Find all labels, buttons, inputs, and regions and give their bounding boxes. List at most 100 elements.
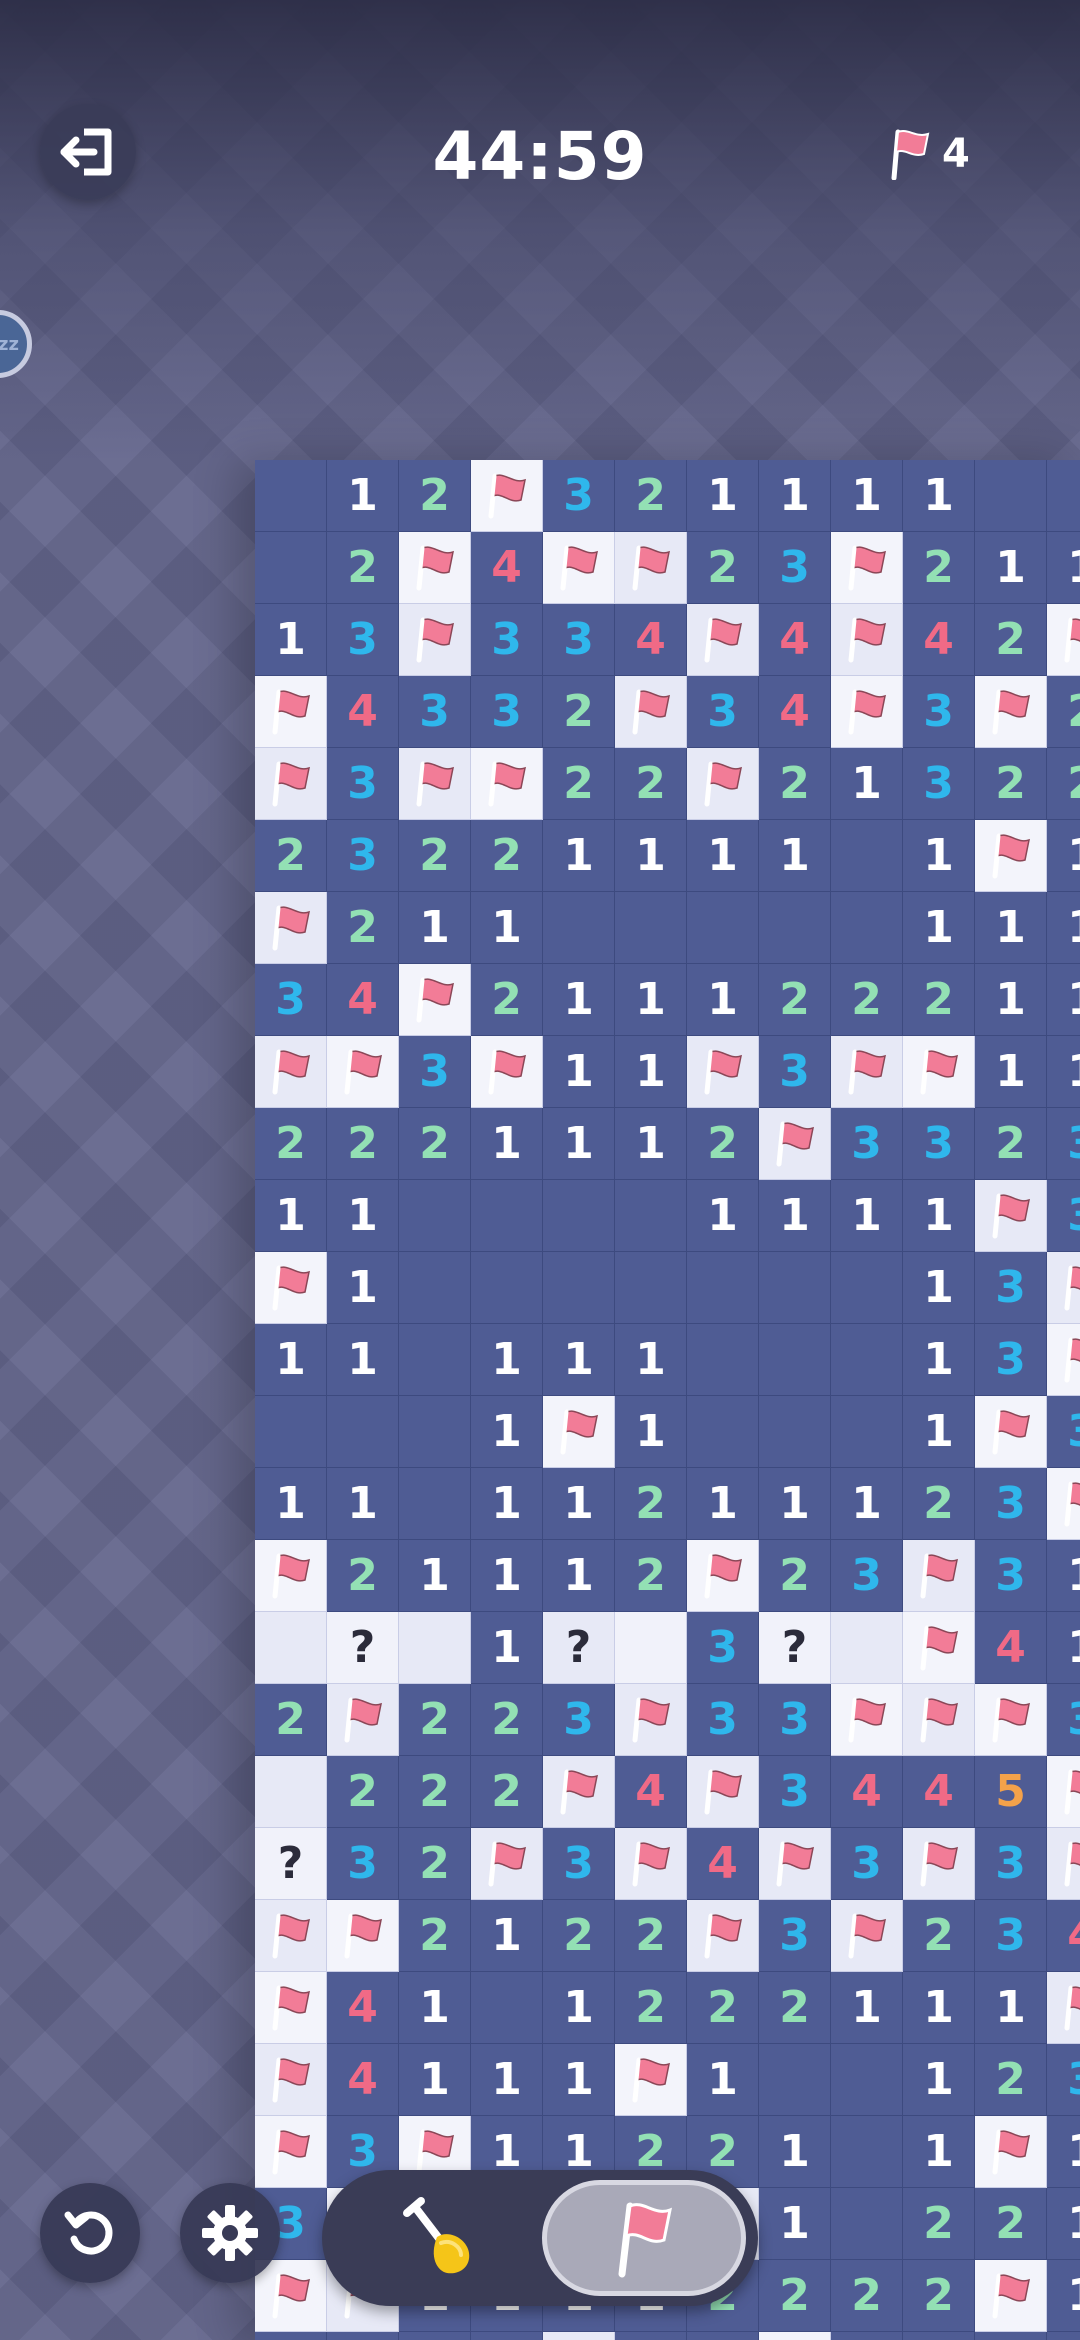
- flagged-cell[interactable]: [1047, 1468, 1080, 1540]
- number-cell[interactable]: 1: [471, 1108, 543, 1180]
- flagged-cell[interactable]: [687, 1900, 759, 1972]
- flagged-cell[interactable]: [255, 2116, 327, 2188]
- number-cell[interactable]: 1: [471, 1468, 543, 1540]
- number-cell[interactable]: 3: [975, 1828, 1047, 1900]
- flagged-cell[interactable]: [975, 676, 1047, 748]
- number-cell[interactable]: 2: [327, 1756, 399, 1828]
- number-cell[interactable]: 1: [903, 2116, 975, 2188]
- board-cell[interactable]: [615, 1180, 687, 1252]
- number-cell[interactable]: 1: [255, 1180, 327, 1252]
- number-cell[interactable]: 3: [543, 460, 615, 532]
- number-cell[interactable]: 1: [1047, 2188, 1080, 2260]
- number-cell[interactable]: 2: [327, 892, 399, 964]
- number-cell[interactable]: 3: [327, 604, 399, 676]
- board-cell[interactable]: [1047, 2332, 1080, 2340]
- settings-button[interactable]: [180, 2183, 280, 2283]
- number-cell[interactable]: 1: [327, 1324, 399, 1396]
- flagged-cell[interactable]: [615, 1828, 687, 1900]
- restart-button[interactable]: [40, 2183, 140, 2283]
- board-cell[interactable]: [831, 2332, 903, 2340]
- flagged-cell[interactable]: [327, 1684, 399, 1756]
- number-cell[interactable]: 1: [615, 1324, 687, 1396]
- number-cell[interactable]: 2: [399, 1900, 471, 1972]
- number-cell[interactable]: 2: [831, 2260, 903, 2332]
- number-cell[interactable]: 2: [903, 1468, 975, 1540]
- number-cell[interactable]: 4: [903, 604, 975, 676]
- number-cell[interactable]: 2: [399, 460, 471, 532]
- number-cell[interactable]: 2: [1047, 676, 1080, 748]
- number-cell[interactable]: 5: [975, 1756, 1047, 1828]
- board-cell[interactable]: [831, 2188, 903, 2260]
- number-cell[interactable]: 1: [255, 1324, 327, 1396]
- board-cell[interactable]: [255, 1396, 327, 1468]
- number-cell[interactable]: 2: [975, 1108, 1047, 1180]
- board-cell[interactable]: [327, 2332, 399, 2340]
- board-cell[interactable]: [975, 2332, 1047, 2340]
- number-cell[interactable]: 1: [471, 1612, 543, 1684]
- board-cell[interactable]: [543, 1252, 615, 1324]
- question-cell[interactable]: ?: [759, 1612, 831, 1684]
- flagged-cell[interactable]: [831, 676, 903, 748]
- flagged-cell[interactable]: [975, 2260, 1047, 2332]
- flagged-cell[interactable]: [255, 748, 327, 820]
- number-cell[interactable]: 1: [903, 1180, 975, 1252]
- number-cell[interactable]: 2: [975, 2044, 1047, 2116]
- number-cell[interactable]: 4: [327, 964, 399, 1036]
- number-cell[interactable]: 4: [327, 2044, 399, 2116]
- number-cell[interactable]: 1: [255, 1468, 327, 1540]
- number-cell[interactable]: 2: [615, 1468, 687, 1540]
- flagged-cell[interactable]: [759, 2332, 831, 2340]
- flagged-cell[interactable]: [903, 1612, 975, 1684]
- number-cell[interactable]: 4: [1047, 1900, 1080, 1972]
- board-cell[interactable]: [399, 1252, 471, 1324]
- number-cell[interactable]: 2: [399, 1684, 471, 1756]
- number-cell[interactable]: 2: [471, 820, 543, 892]
- number-cell[interactable]: 1: [543, 964, 615, 1036]
- number-cell[interactable]: 1: [399, 1540, 471, 1612]
- flag-mode-button[interactable]: [542, 2180, 746, 2296]
- number-cell[interactable]: 1: [471, 1540, 543, 1612]
- empty-cell[interactable]: [399, 1612, 471, 1684]
- number-cell[interactable]: 1: [903, 2044, 975, 2116]
- number-cell[interactable]: 3: [831, 1108, 903, 1180]
- flagged-cell[interactable]: [687, 1756, 759, 1828]
- number-cell[interactable]: 3: [975, 1468, 1047, 1540]
- board-cell[interactable]: [399, 2332, 471, 2340]
- number-cell[interactable]: 3: [831, 1540, 903, 1612]
- number-cell[interactable]: 1: [759, 460, 831, 532]
- number-cell[interactable]: 1: [903, 1972, 975, 2044]
- number-cell[interactable]: 1: [543, 1972, 615, 2044]
- number-cell[interactable]: 2: [471, 1684, 543, 1756]
- number-cell[interactable]: 1: [471, 892, 543, 964]
- flagged-cell[interactable]: [399, 748, 471, 820]
- number-cell[interactable]: 1: [903, 1396, 975, 1468]
- flagged-cell[interactable]: [975, 1180, 1047, 1252]
- flagged-cell[interactable]: [255, 1252, 327, 1324]
- number-cell[interactable]: 1: [687, 460, 759, 532]
- number-cell[interactable]: 1: [615, 1108, 687, 1180]
- flagged-cell[interactable]: [1047, 604, 1080, 676]
- board-cell[interactable]: [759, 1396, 831, 1468]
- flagged-cell[interactable]: [975, 820, 1047, 892]
- dig-mode-button[interactable]: [362, 2184, 522, 2292]
- number-cell[interactable]: 2: [615, 748, 687, 820]
- number-cell[interactable]: 1: [1047, 964, 1080, 1036]
- number-cell[interactable]: 4: [687, 1828, 759, 1900]
- flagged-cell[interactable]: [975, 1396, 1047, 1468]
- number-cell[interactable]: 1: [543, 820, 615, 892]
- board-cell[interactable]: [399, 1324, 471, 1396]
- number-cell[interactable]: 1: [687, 820, 759, 892]
- number-cell[interactable]: 3: [903, 748, 975, 820]
- number-cell[interactable]: 4: [831, 1756, 903, 1828]
- board-cell[interactable]: [687, 892, 759, 964]
- number-cell[interactable]: 4: [471, 532, 543, 604]
- number-cell[interactable]: 3: [543, 1828, 615, 1900]
- flagged-cell[interactable]: [543, 532, 615, 604]
- flagged-cell[interactable]: [687, 1540, 759, 1612]
- flagged-cell[interactable]: [615, 2044, 687, 2116]
- board-cell[interactable]: [831, 2044, 903, 2116]
- number-cell[interactable]: 2: [543, 1900, 615, 1972]
- number-cell[interactable]: 3: [831, 1828, 903, 1900]
- flagged-cell[interactable]: [1047, 1324, 1080, 1396]
- number-cell[interactable]: 1: [759, 1180, 831, 1252]
